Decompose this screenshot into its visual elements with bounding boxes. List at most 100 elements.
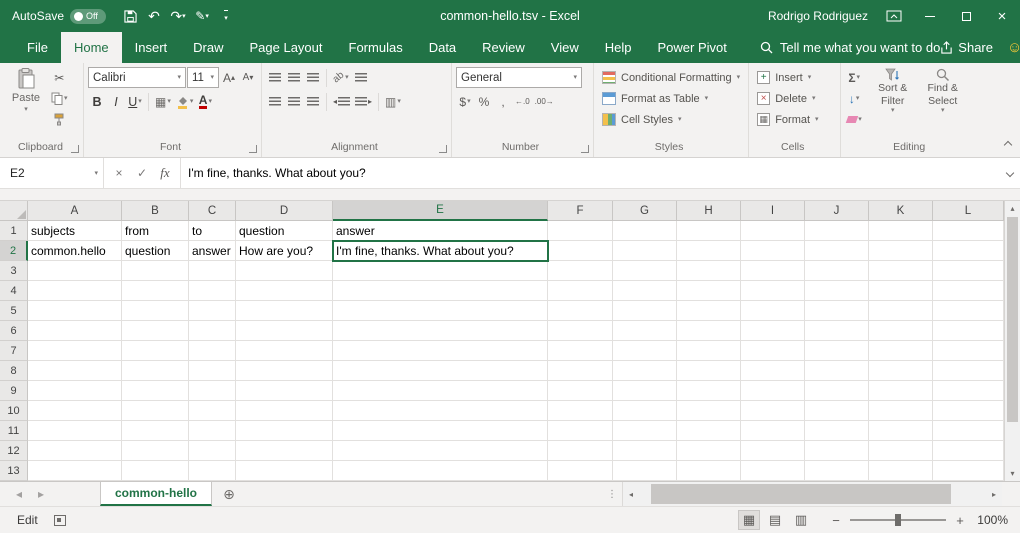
touch-mouse-mode-button[interactable]: ✎▾ [192,4,212,28]
cell-K11[interactable] [869,421,933,441]
column-header-L[interactable]: L [933,201,1004,221]
collapse-ribbon-button[interactable] [1005,137,1011,151]
font-color-button[interactable]: A▾ [196,91,214,112]
font-name-combo[interactable]: Calibri▾ [88,67,186,88]
cell-B8[interactable] [122,361,189,381]
tab-insert[interactable]: Insert [122,32,181,63]
increase-font-size-button[interactable]: A▴ [220,67,238,88]
vertical-scroll-track[interactable] [1005,216,1020,466]
cell-I10[interactable] [741,401,805,421]
row-header-6[interactable]: 6 [0,321,28,341]
cut-button[interactable]: ✂ [49,67,70,88]
column-header-F[interactable]: F [548,201,613,221]
cell-F3[interactable] [548,261,613,281]
zoom-out-button[interactable]: − [828,513,844,528]
cell-C7[interactable] [189,341,236,361]
bottom-align-button[interactable] [304,67,322,88]
cell-F13[interactable] [548,461,613,481]
cell-G11[interactable] [613,421,677,441]
autosave-toggle[interactable]: AutoSave Off [12,9,106,24]
cell-A5[interactable] [28,301,122,321]
cancel-entry-button[interactable]: × [109,166,129,180]
cell-H2[interactable] [677,241,741,261]
merge-center-button[interactable]: ▥▾ [383,91,403,112]
row-header-2[interactable]: 2 [0,241,28,261]
cell-L5[interactable] [933,301,1004,321]
clear-button[interactable]: ▾ [845,109,864,130]
cell-E2[interactable]: I'm fine, thanks. What about you? [333,241,548,261]
cell-H11[interactable] [677,421,741,441]
cell-L9[interactable] [933,381,1004,401]
next-sheet-button[interactable]: ▸ [38,487,44,501]
page-layout-view-button[interactable]: ▤ [764,510,786,530]
cell-J8[interactable] [805,361,869,381]
increase-decimal-button[interactable]: ←.0 [513,91,532,112]
cell-L7[interactable] [933,341,1004,361]
row-header-3[interactable]: 3 [0,261,28,281]
redo-button[interactable]: ↷▾ [168,4,188,28]
cell-G8[interactable] [613,361,677,381]
wrap-text-button[interactable] [352,67,370,88]
cell-B10[interactable] [122,401,189,421]
tab-view[interactable]: View [538,32,592,63]
tab-help[interactable]: Help [592,32,645,63]
zoom-level[interactable]: 100% [968,513,1008,527]
cell-H13[interactable] [677,461,741,481]
cell-J13[interactable] [805,461,869,481]
cell-J2[interactable] [805,241,869,261]
cell-L10[interactable] [933,401,1004,421]
select-all-corner[interactable] [0,201,28,221]
undo-button[interactable]: ↶ [144,4,164,28]
cell-I11[interactable] [741,421,805,441]
column-header-K[interactable]: K [869,201,933,221]
cell-B1[interactable]: from [122,221,189,241]
tab-data[interactable]: Data [416,32,469,63]
sheet-tab-common-hello[interactable]: common-hello [100,482,212,506]
fill-button[interactable]: ↓▾ [845,88,863,109]
cell-K10[interactable] [869,401,933,421]
cell-I7[interactable] [741,341,805,361]
cell-A3[interactable] [28,261,122,281]
cell-E13[interactable] [333,461,548,481]
delete-cells-button[interactable]: × Delete ▾ [753,88,819,109]
cell-G5[interactable] [613,301,677,321]
cell-G10[interactable] [613,401,677,421]
row-header-5[interactable]: 5 [0,301,28,321]
horizontal-scrollbar[interactable]: ◂ ▸ [622,482,1002,506]
cell-C10[interactable] [189,401,236,421]
font-dialog-launcher[interactable] [249,145,257,153]
tab-page-layout[interactable]: Page Layout [237,32,336,63]
page-break-view-button[interactable]: ▥ [790,510,812,530]
tab-home[interactable]: Home [61,32,122,63]
alignment-dialog-launcher[interactable] [439,145,447,153]
autosum-button[interactable]: Σ▾ [845,67,863,88]
share-button[interactable]: Share [940,40,993,55]
column-header-G[interactable]: G [613,201,677,221]
comma-style-button[interactable]: , [494,91,512,112]
cell-K3[interactable] [869,261,933,281]
cell-A11[interactable] [28,421,122,441]
cell-A9[interactable] [28,381,122,401]
row-header-10[interactable]: 10 [0,401,28,421]
cell-K9[interactable] [869,381,933,401]
cell-E9[interactable] [333,381,548,401]
row-header-8[interactable]: 8 [0,361,28,381]
horizontal-scroll-thumb[interactable] [651,484,951,504]
cell-D11[interactable] [236,421,333,441]
zoom-slider-thumb[interactable] [895,514,901,526]
borders-button[interactable]: ▦▾ [153,91,173,112]
cell-C13[interactable] [189,461,236,481]
cell-B12[interactable] [122,441,189,461]
decrease-decimal-button[interactable]: .00→ [533,91,556,112]
cell-I5[interactable] [741,301,805,321]
cell-F4[interactable] [548,281,613,301]
cell-E8[interactable] [333,361,548,381]
feedback-smiley-button[interactable]: ☺ [1007,39,1020,56]
cell-L12[interactable] [933,441,1004,461]
tab-draw[interactable]: Draw [180,32,236,63]
cell-I9[interactable] [741,381,805,401]
cell-F10[interactable] [548,401,613,421]
cell-L11[interactable] [933,421,1004,441]
font-size-combo[interactable]: 11▾ [187,67,219,88]
cell-B5[interactable] [122,301,189,321]
